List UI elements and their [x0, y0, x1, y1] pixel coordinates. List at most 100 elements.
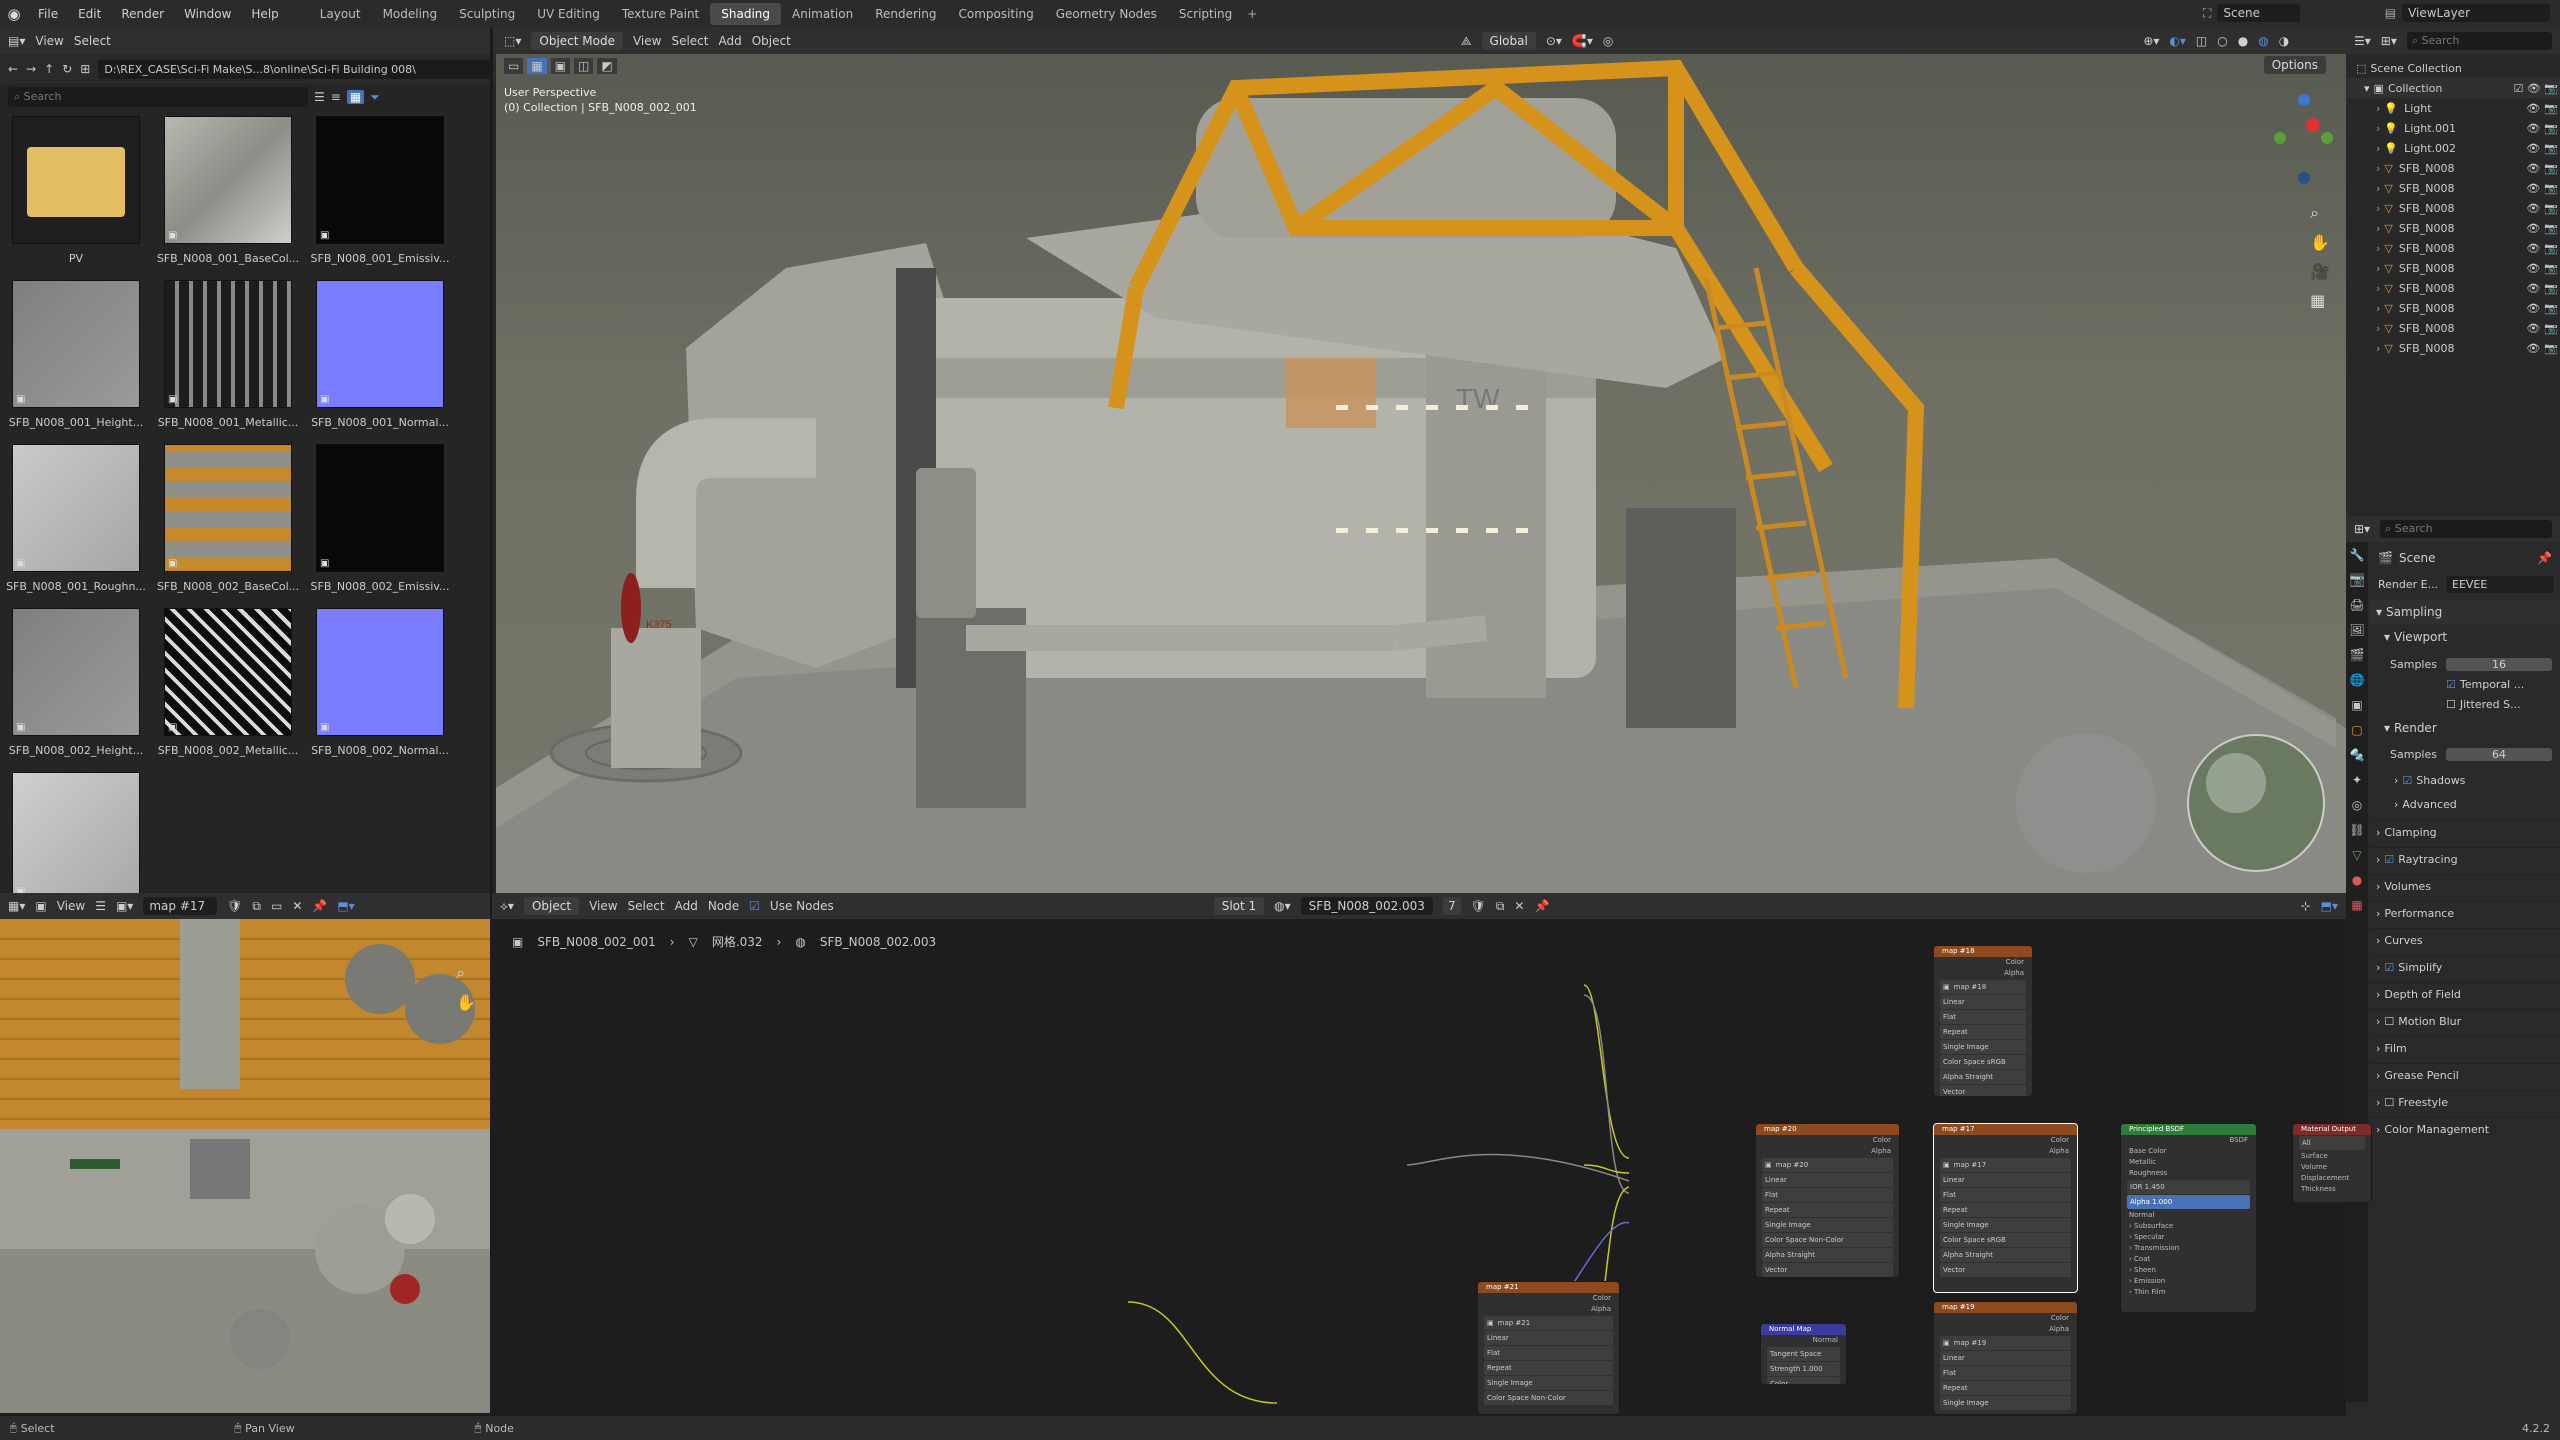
- visibility-eye-icon[interactable]: 👁: [2526, 122, 2540, 135]
- section-checkbox[interactable]: ☑: [2384, 961, 2394, 974]
- workspace-tab-rendering[interactable]: Rendering: [864, 3, 947, 25]
- view-layer-selector[interactable]: ▤ ViewLayer: [2385, 4, 2550, 22]
- filter-icon[interactable]: ⏷: [370, 90, 380, 105]
- render-camera-icon[interactable]: 📷: [2544, 282, 2558, 295]
- node-field[interactable]: Alpha Straight: [1940, 1248, 2071, 1262]
- node-field[interactable]: Alpha Straight: [1940, 1070, 2026, 1084]
- image-browse-icon[interactable]: ▣▾: [116, 899, 133, 913]
- node-field[interactable]: Volume: [2293, 1162, 2371, 1173]
- expand-icon[interactable]: ›: [2376, 302, 2380, 315]
- node-image-field[interactable]: ▣ map #18: [1940, 980, 2026, 994]
- node-field[interactable]: › Coat: [2121, 1254, 2256, 1265]
- visibility-eye-icon[interactable]: 👁: [2526, 302, 2540, 315]
- node-field[interactable]: Metallic: [2121, 1157, 2256, 1168]
- workspace-tab-geometry-nodes[interactable]: Geometry Nodes: [1045, 3, 1168, 25]
- node-field[interactable]: Single Image: [1940, 1218, 2071, 1232]
- visibility-eye-icon[interactable]: 👁: [2526, 102, 2540, 115]
- node-field[interactable]: Linear: [1940, 995, 2026, 1009]
- outliner-item[interactable]: › ▽ SFB_N008 👁 📷: [2346, 198, 2560, 218]
- list-view-icon[interactable]: ☰: [314, 90, 325, 104]
- node-target-dropdown[interactable]: All: [2299, 1136, 2365, 1150]
- unlink-image-icon[interactable]: ✕: [292, 899, 302, 913]
- viewport-subheader[interactable]: ▾ Viewport: [2370, 625, 2560, 649]
- node-field[interactable]: Single Image: [1484, 1376, 1613, 1390]
- expand-icon[interactable]: ›: [2376, 162, 2380, 175]
- file-thumbnail-emissive[interactable]: ▣: [316, 116, 444, 244]
- node-field[interactable]: Tangent Space: [1767, 1347, 1840, 1361]
- outliner-item[interactable]: › ▽ SFB_N008 👁 📷: [2346, 258, 2560, 278]
- node-field[interactable]: Color: [1767, 1377, 1840, 1384]
- shadows-row[interactable]: › ☑ Shadows: [2370, 768, 2560, 792]
- node-field[interactable]: Single Image: [1940, 1396, 2071, 1410]
- scene-tab-icon[interactable]: 🎬: [2350, 648, 2365, 662]
- temporal-checkbox[interactable]: ☑: [2446, 678, 2456, 691]
- visibility-eye-icon[interactable]: 👁: [2526, 182, 2540, 195]
- scene-name[interactable]: Scene: [2217, 4, 2300, 22]
- node-header[interactable]: map #17: [1934, 1124, 2077, 1135]
- expand-icon[interactable]: ›: [2376, 142, 2380, 155]
- outliner-item[interactable]: › 💡 Light 👁 📷: [2346, 98, 2560, 118]
- section-curves[interactable]: › Curves: [2370, 928, 2560, 952]
- add-workspace-icon[interactable]: +: [1247, 7, 1257, 21]
- node-image-field[interactable]: ▣ map #17: [1940, 1158, 2071, 1172]
- node-field[interactable]: Normal: [2121, 1210, 2256, 1221]
- node-field[interactable]: Alpha Straight: [1762, 1248, 1893, 1262]
- collection-tab-icon[interactable]: ▣: [2351, 698, 2362, 712]
- visibility-eye-icon[interactable]: 👁: [2526, 242, 2540, 255]
- section-motion-blur[interactable]: › ☐ Motion Blur: [2370, 1009, 2560, 1033]
- outliner-item[interactable]: › ▽ SFB_N008 👁 📷: [2346, 318, 2560, 338]
- node-map17[interactable]: map #17 Color Alpha ▣ map #17 Linear Flat Repea…: [1933, 1123, 2078, 1293]
- outliner-search-input[interactable]: ⌕ Search: [2406, 32, 2552, 50]
- particles-tab-icon[interactable]: ✦: [2352, 773, 2362, 787]
- workspace-tab-layout[interactable]: Layout: [309, 3, 372, 25]
- expand-icon[interactable]: ›: [2376, 322, 2380, 335]
- section-color-management[interactable]: › Color Management: [2370, 1117, 2560, 1141]
- gizmo-y-icon[interactable]: [2274, 132, 2286, 144]
- file-thumbnail-emissive[interactable]: ▣: [316, 444, 444, 572]
- node-field[interactable]: Flat: [1484, 1346, 1613, 1360]
- render-camera-icon[interactable]: 📷: [2544, 182, 2558, 195]
- section-checkbox[interactable]: ☐: [2384, 1096, 2394, 1109]
- file-thumbnail-height[interactable]: ▣: [12, 608, 140, 736]
- node-header[interactable]: map #18: [1934, 946, 2032, 957]
- node-image-field[interactable]: ▣ map #21: [1484, 1316, 1613, 1330]
- grid-ortho-icon[interactable]: ▦: [2310, 291, 2330, 310]
- node-field[interactable]: IOR 1.450: [2127, 1180, 2250, 1194]
- node-field[interactable]: › Emission: [2121, 1276, 2256, 1287]
- expand-icon[interactable]: ›: [2376, 122, 2380, 135]
- modifier-tab-icon[interactable]: 🔩: [2350, 748, 2365, 762]
- file-thumbnail-basecolor[interactable]: ▣: [164, 116, 292, 244]
- outliner-item[interactable]: › ▽ SFB_N008 👁 📷: [2346, 218, 2560, 238]
- section-film[interactable]: › Film: [2370, 1036, 2560, 1060]
- file-thumbnail-normal[interactable]: ▣: [316, 608, 444, 736]
- node-field[interactable]: Roughness: [2121, 1168, 2256, 1179]
- section-checkbox[interactable]: ☐: [2384, 1015, 2394, 1028]
- outliner-item[interactable]: › ▽ SFB_N008 👁 📷: [2346, 178, 2560, 198]
- gizmo-z-icon[interactable]: [2298, 94, 2310, 106]
- node-header[interactable]: map #21: [1478, 1282, 1619, 1293]
- node-canvas[interactable]: map #18 Color Alpha ▣ map #18 Linear Flat Repea…: [492, 893, 2372, 1415]
- file-thumbnail-metallic[interactable]: ▣: [164, 280, 292, 408]
- node-field[interactable]: › Sheen: [2121, 1265, 2256, 1276]
- thumbnail-view-icon[interactable]: ▦: [346, 90, 365, 104]
- shadows-checkbox[interactable]: ☑: [2402, 774, 2412, 787]
- node-field[interactable]: Displacement: [2293, 1173, 2371, 1184]
- visibility-eye-icon[interactable]: 👁: [2526, 142, 2540, 155]
- editor-type-icon[interactable]: ▤▾: [8, 34, 25, 48]
- node-header[interactable]: Normal Map: [1761, 1324, 1846, 1335]
- tool-tab-icon[interactable]: 🔧: [2350, 548, 2365, 562]
- material-tab-icon[interactable]: ●: [2352, 873, 2362, 887]
- sampling-header[interactable]: ▾ Sampling: [2370, 600, 2560, 624]
- render-camera-icon[interactable]: 📷: [2544, 262, 2558, 275]
- texture-tab-icon[interactable]: ▦: [2351, 898, 2362, 912]
- view-mode-icon[interactable]: ▣: [35, 899, 46, 913]
- file-thumbnail-rough2[interactable]: ▣: [12, 772, 140, 900]
- view-layer-name[interactable]: ViewLayer: [2402, 4, 2550, 22]
- render-camera-icon[interactable]: 📷: [2544, 122, 2558, 135]
- 3d-viewport[interactable]: ⬚▾ Object Mode View Select Add Object ⟁ …: [496, 28, 2346, 913]
- expand-icon[interactable]: ›: [2376, 242, 2380, 255]
- node-field[interactable]: Repeat: [1940, 1025, 2026, 1039]
- node-field[interactable]: Vector: [1940, 1085, 2026, 1096]
- menu-icon[interactable]: ☰: [95, 899, 106, 913]
- outliner-item[interactable]: › ▽ SFB_N008 👁 📷: [2346, 158, 2560, 178]
